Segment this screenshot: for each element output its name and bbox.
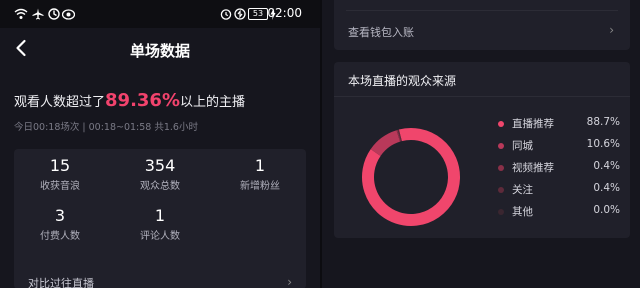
legend-dot	[498, 121, 504, 127]
battery-icon: 53	[248, 8, 268, 20]
stat-paying-users: 3 付费人数	[15, 206, 105, 242]
legend-value: 0.4%	[593, 182, 620, 194]
divider	[346, 10, 618, 11]
stats-card: 15 收获音浪 354 观众总数 1 新增粉丝 3 付费人数 1 评论人数 对比…	[14, 149, 306, 288]
stat-value: 15	[49, 156, 71, 175]
sync-icon	[48, 7, 60, 21]
wifi-icon	[14, 7, 28, 21]
legend-value: 88.7%	[586, 116, 620, 128]
single-session-data-screen: 53 02:00 单场数据 观看人数超过了89.36%以上的主播 今日00:18…	[0, 0, 320, 288]
alarm-icon	[220, 7, 232, 21]
chevron-right-icon[interactable]: ›	[609, 23, 614, 37]
stat-label: 评论人数	[140, 231, 180, 242]
audience-source-screen: 查看钱包入账 › 本场直播的观众来源 直播推荐 88.7% 同城 10.6% 视频推荐 0…	[322, 0, 640, 288]
summary-prefix: 观看人数超过了	[14, 95, 106, 110]
stat-label: 收获音浪	[40, 181, 80, 192]
legend-item: 同城 10.6%	[498, 138, 620, 154]
chevron-right-icon[interactable]: ›	[287, 275, 292, 288]
stat-new-fans: 1 新增粉丝	[215, 156, 305, 192]
donut-slice	[370, 130, 401, 157]
audience-source-title: 本场直播的观众来源	[348, 74, 457, 88]
legend-dot	[498, 143, 504, 149]
stat-value: 354	[144, 156, 176, 175]
eye-icon	[62, 7, 75, 21]
legend-label: 同城	[512, 140, 533, 152]
stat-value: 1	[154, 206, 166, 225]
legend-dot	[498, 165, 504, 171]
nav-bar: 单场数据	[0, 28, 320, 70]
stat-label: 付费人数	[40, 231, 80, 242]
power-saving-icon	[234, 7, 246, 21]
legend-label: 关注	[512, 184, 533, 196]
compare-past-streams-link[interactable]: 对比过往直播	[28, 275, 94, 288]
legend-item: 关注 0.4%	[498, 182, 620, 198]
legend-item: 视频推荐 0.4%	[498, 160, 620, 176]
legend-value: 10.6%	[586, 138, 620, 150]
view-wallet-income-link[interactable]: 查看钱包入账	[348, 24, 414, 40]
stat-value: 1	[254, 156, 266, 175]
stat-value: 3	[54, 206, 66, 225]
legend-dot	[498, 209, 504, 215]
legend-label: 直播推荐	[512, 118, 554, 130]
legend-value: 0.4%	[593, 160, 620, 172]
session-time-info: 今日00:18场次 | 00:18~01:58 共1.6小时	[14, 122, 198, 133]
legend-label: 其他	[512, 206, 533, 218]
wallet-card: 查看钱包入账 ›	[334, 0, 630, 50]
legend-item: 其他 0.0%	[498, 204, 620, 220]
stat-total-viewers: 354 观众总数	[115, 156, 205, 192]
summary-suffix: 以上的主播	[180, 95, 246, 110]
audience-rank-summary: 观看人数超过了89.36%以上的主播	[14, 90, 245, 111]
stat-label: 观众总数	[140, 181, 180, 192]
stat-commenters: 1 评论人数	[115, 206, 205, 242]
page-title: 单场数据	[129, 42, 190, 60]
audience-source-card: 本场直播的观众来源 直播推荐 88.7% 同城 10.6% 视频推荐 0.4% 关注 0.4%…	[334, 62, 630, 238]
legend-value: 0.0%	[593, 204, 620, 216]
airplane-icon	[32, 7, 44, 21]
legend-item: 直播推荐 88.7%	[498, 116, 620, 132]
stat-income: 15 收获音浪	[15, 156, 105, 192]
divider	[334, 96, 630, 97]
status-bar: 53 02:00	[0, 0, 320, 28]
legend-dot	[498, 187, 504, 193]
legend-label: 视频推荐	[512, 162, 554, 174]
stat-label: 新增粉丝	[240, 181, 280, 192]
summary-percent: 89.36%	[105, 90, 180, 111]
status-time: 02:00	[267, 6, 302, 20]
audience-source-donut-chart	[362, 128, 460, 226]
